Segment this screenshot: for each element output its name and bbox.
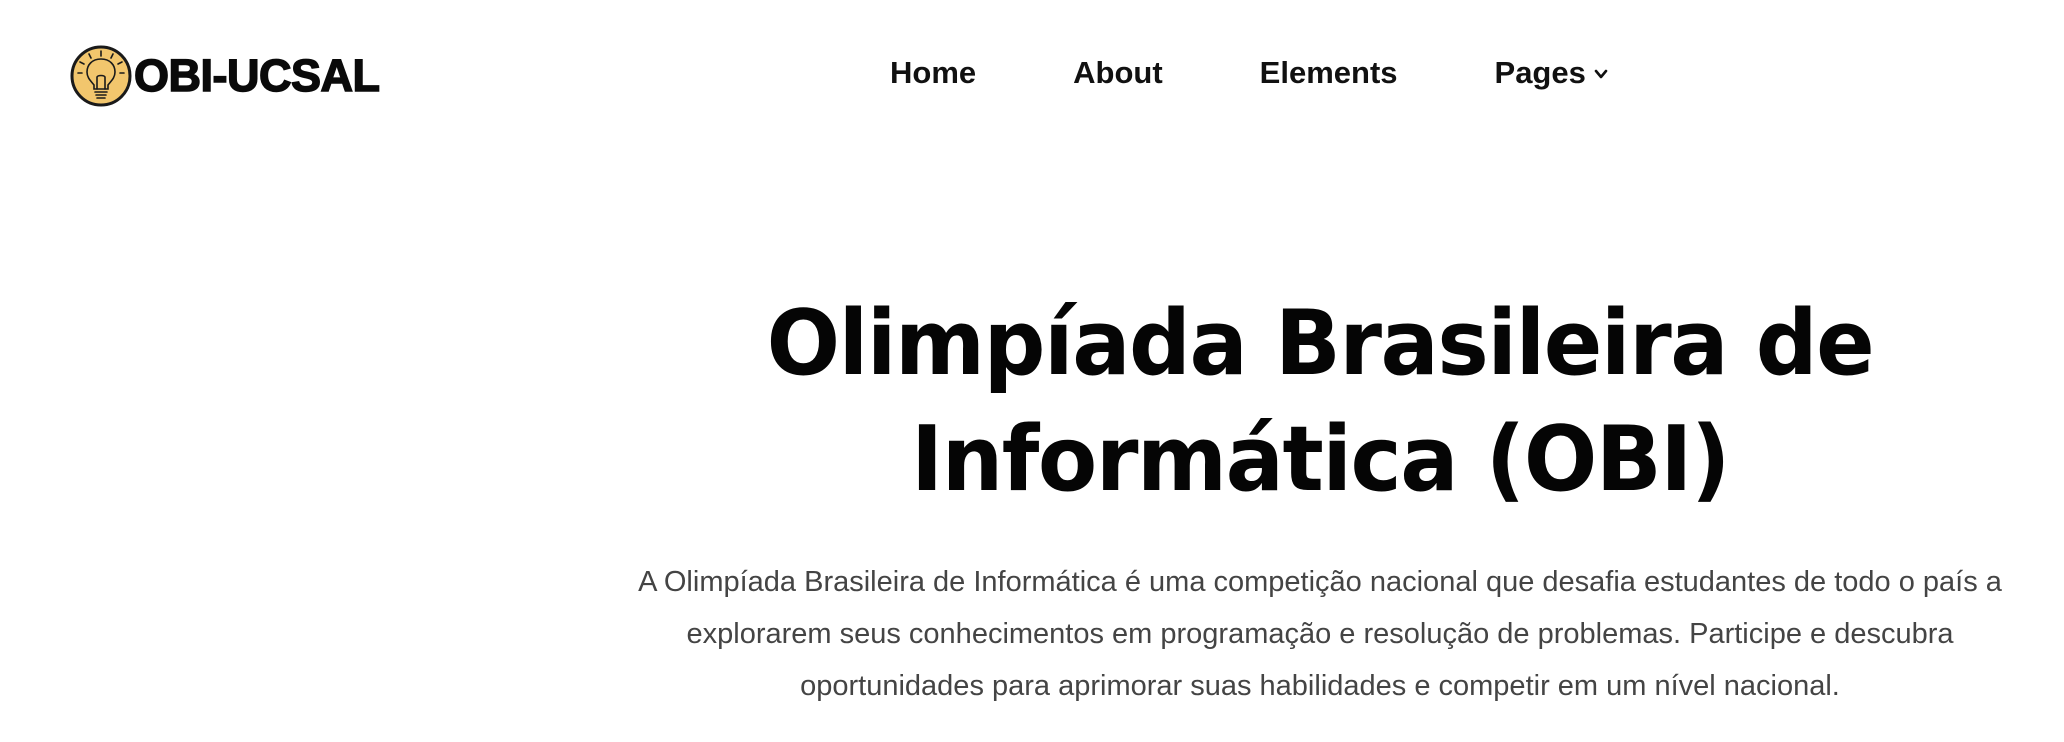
lightbulb-icon [70, 45, 132, 107]
page: OBI-UCSAL Home About Elements Pages Olim… [0, 0, 2064, 742]
nav-pages-label: Pages [1494, 55, 1586, 90]
nav-elements[interactable]: Elements [1260, 55, 1398, 91]
site-header: OBI-UCSAL Home About Elements Pages [0, 0, 2064, 150]
nav-pages-dropdown[interactable]: Pages [1495, 55, 1608, 91]
hero-title-line-2: Informática (OBI) [910, 407, 1730, 512]
nav-about[interactable]: About [1073, 55, 1163, 91]
logo-link[interactable]: OBI-UCSAL [70, 44, 381, 108]
hero-description: A Olimpíada Brasileira de Informática é … [638, 566, 2002, 702]
main-nav: Home About Elements Pages [890, 50, 1608, 96]
chevron-down-icon [1594, 69, 1608, 79]
hero-title-line-1: Olimpíada Brasileira de [766, 291, 1875, 396]
nav-home[interactable]: Home [890, 55, 976, 91]
logo-text: OBI-UCSAL [133, 49, 380, 102]
hero-title: Olimpíada Brasileira de Informática (OBI… [725, 286, 1915, 518]
